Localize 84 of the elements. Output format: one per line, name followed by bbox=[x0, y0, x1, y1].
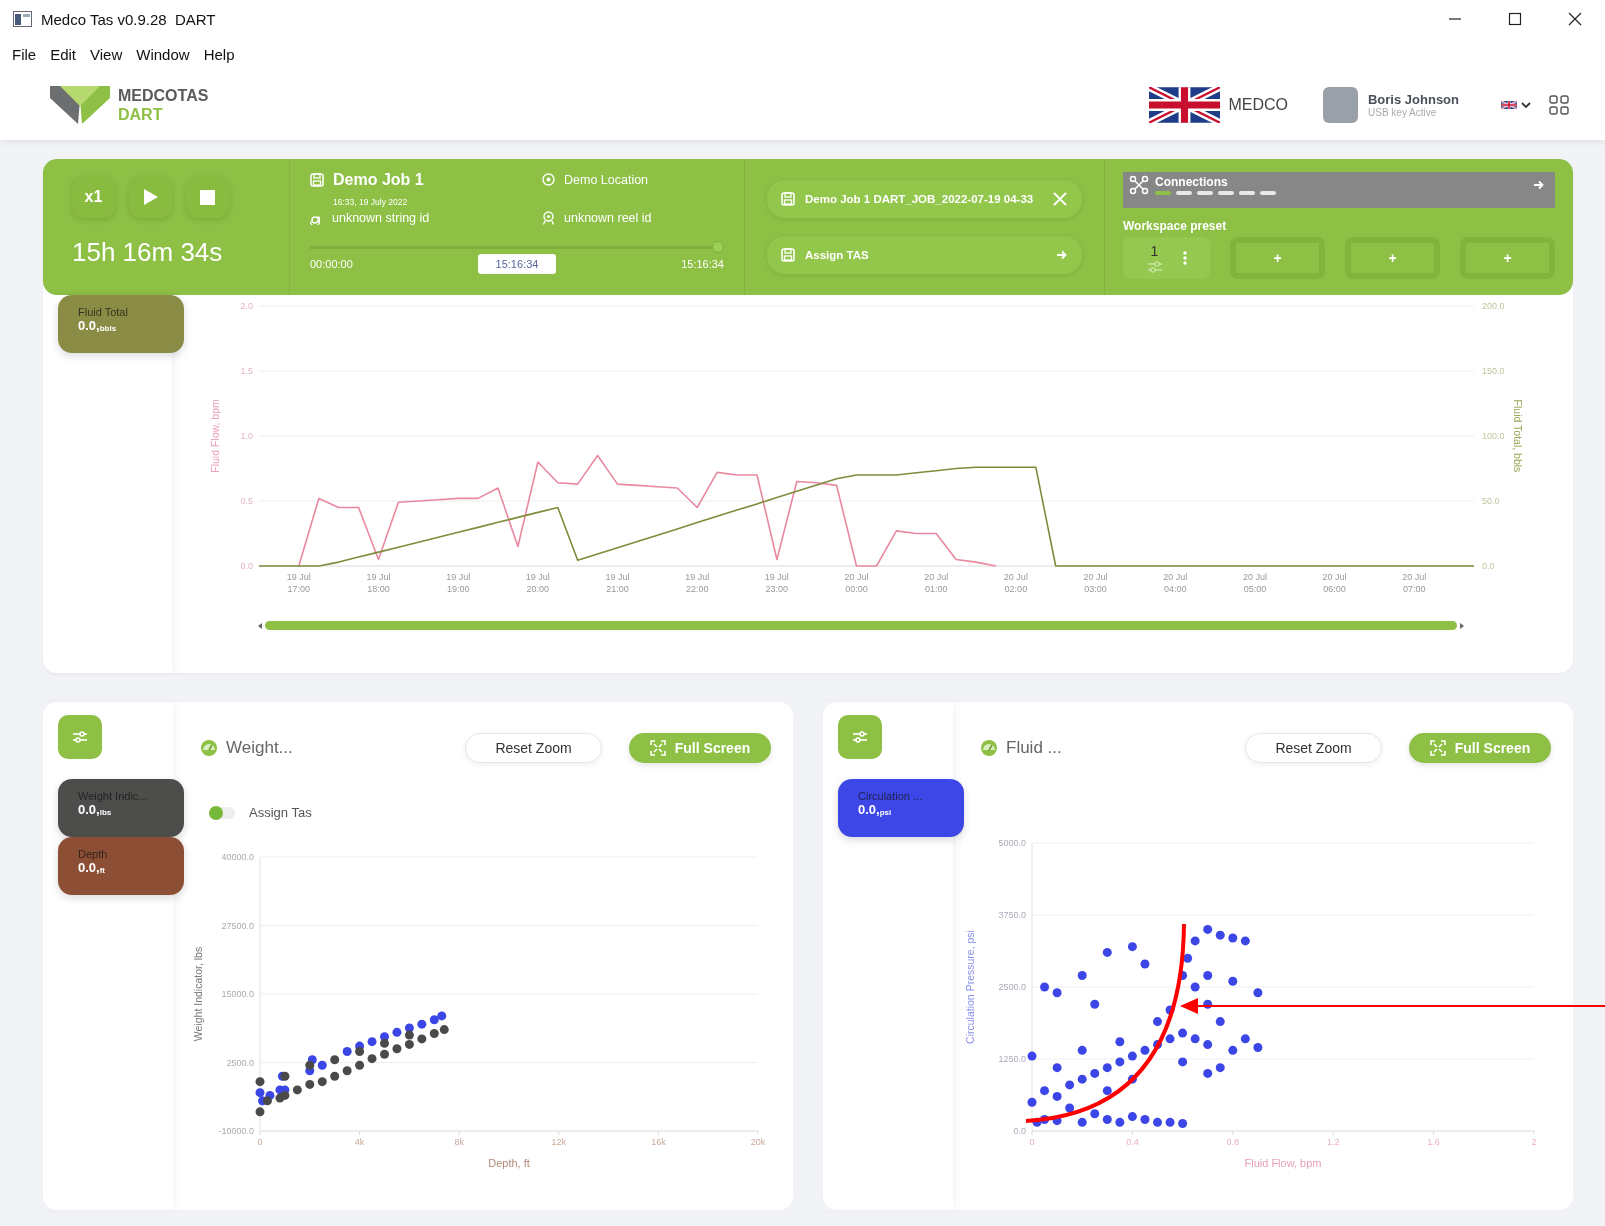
axis-tick-label: 0.5 bbox=[240, 496, 253, 506]
window-title: Medco Tas v0.9.28 DART bbox=[41, 10, 216, 28]
axis-tick-label: 2 bbox=[1531, 1137, 1537, 1147]
axis-tick-label: 19 Jul 20:00 bbox=[525, 572, 550, 594]
logo-text: MEDCOTAS bbox=[118, 86, 209, 105]
chart-title: Weight... bbox=[226, 738, 293, 758]
workspace-label: Workspace preset bbox=[1123, 219, 1227, 233]
axis-tick-label: 50.0 bbox=[1482, 496, 1500, 506]
string-id: unknown string id bbox=[332, 211, 430, 225]
axis-tick-label: 20 Jul 04:00 bbox=[1163, 572, 1188, 594]
axis-tick-label: 4k bbox=[354, 1137, 365, 1147]
end-time: 15:16:34 bbox=[681, 258, 724, 270]
axis-tick-label: 15000.0 bbox=[221, 989, 254, 999]
axis-tick-label: 3750.0 bbox=[998, 910, 1026, 920]
axis-title: Weight Indicator, lbs bbox=[192, 946, 204, 1042]
axis-title: Depth, ft bbox=[488, 1157, 530, 1169]
axis-tick-label: 0 bbox=[1029, 1137, 1035, 1147]
elapsed-time: 15h 16m 34s bbox=[72, 237, 223, 268]
axis-tick-label: 20k bbox=[750, 1137, 766, 1147]
axis-tick-label: 16k bbox=[651, 1137, 666, 1147]
company-name: MEDCO bbox=[1228, 96, 1288, 114]
axis-tick-label: 150.0 bbox=[1482, 366, 1505, 376]
axis-tick-label: 19 Jul 21:00 bbox=[605, 572, 630, 594]
menu-item[interactable]: File bbox=[5, 45, 44, 63]
reel-id: unknown reel id bbox=[564, 211, 652, 225]
axis-tick-label: 19 Jul 23:00 bbox=[764, 572, 789, 594]
axis-tick-label: 0.8 bbox=[1226, 1137, 1240, 1147]
chart-title: Fluid ... bbox=[1006, 738, 1062, 758]
menu-item[interactable]: Edit bbox=[43, 45, 84, 63]
axis-tick-label: 200.0 bbox=[1482, 301, 1505, 311]
axis-tick-label: 2500.0 bbox=[998, 982, 1026, 992]
sensor-badge[interactable]: Fluid Total 0.0,$_{bbls}$ bbox=[58, 295, 184, 353]
job-title: Demo Job 1 bbox=[333, 171, 424, 189]
axis-tick-label: 1250.0 bbox=[998, 1054, 1026, 1064]
legend-label: Assign Tas bbox=[249, 805, 312, 820]
axis-tick-label: 27500.0 bbox=[221, 920, 254, 931]
axis-tick-label: 1.6 bbox=[1427, 1137, 1440, 1147]
connections-bar[interactable]: Connections bbox=[1123, 172, 1555, 208]
axis-tick-label: 20 Jul 07:00 bbox=[1402, 572, 1427, 594]
axis-tick-label: 0.4 bbox=[1126, 1137, 1139, 1147]
axis-tick-label: 1.5 bbox=[240, 366, 253, 376]
axis-title: Fluid Flow, bpm bbox=[209, 399, 221, 473]
current-time: 15:16:34 bbox=[477, 254, 557, 274]
axis-tick-label: 1.0 bbox=[240, 431, 253, 441]
reset-zoom-button[interactable]: Reset Zoom bbox=[1245, 733, 1382, 763]
axis-tick-label: 20 Jul 06:00 bbox=[1322, 572, 1347, 594]
axis-tick-label: 0.0 bbox=[1013, 1126, 1026, 1136]
user-status: USB key Active bbox=[1368, 107, 1438, 118]
axis-tick-label: 20 Jul 03:00 bbox=[1083, 572, 1108, 594]
axis-tick-label: 2500.0 bbox=[226, 1057, 254, 1068]
axis-tick-label: 19 Jul 19:00 bbox=[446, 572, 471, 594]
job-date: 16:33, 19 July 2022 bbox=[333, 197, 408, 207]
axis-tick-label: 2.0 bbox=[240, 301, 253, 311]
axis-tick-label: 40000.0 bbox=[221, 852, 254, 862]
axis-tick-label: 20 Jul 02:00 bbox=[1003, 572, 1028, 594]
axis-tick-label: 19 Jul 17:00 bbox=[286, 572, 311, 594]
axis-tick-label: 0.0 bbox=[1482, 561, 1495, 571]
axis-tick-label: 1.2 bbox=[1326, 1137, 1340, 1147]
axis-tick-label: 12k bbox=[551, 1137, 567, 1147]
sensor-badge[interactable]: Circulation ... 0.0,$_{psi}$ bbox=[838, 779, 964, 837]
job-location: Demo Location bbox=[564, 173, 649, 187]
sensor-badge[interactable]: Depth 0.0,$_{ft}$ bbox=[58, 837, 184, 895]
axis-tick-label: 20 Jul 00:00 bbox=[844, 572, 869, 594]
axis-tick-label: 19 Jul 18:00 bbox=[366, 572, 391, 594]
logo-subtitle: DART bbox=[118, 105, 164, 124]
axis-title: Fluid Flow, bpm bbox=[1244, 1157, 1322, 1169]
menu-item[interactable]: Window bbox=[129, 45, 197, 63]
axis-tick-label: -10000.0 bbox=[218, 1126, 254, 1136]
axis-tick-label: 0.0 bbox=[240, 561, 253, 571]
axis-tick-label: 20 Jul 01:00 bbox=[924, 572, 949, 594]
start-time: 00:00:00 bbox=[310, 258, 353, 270]
menu-item[interactable]: View bbox=[83, 45, 130, 63]
axis-tick-label: 100.0 bbox=[1482, 431, 1505, 441]
axis-tick-label: 5000.0 bbox=[998, 838, 1026, 848]
axis-tick-label: 19 Jul 22:00 bbox=[685, 572, 710, 594]
reset-zoom-button[interactable]: Reset Zoom bbox=[465, 733, 602, 763]
preset-button[interactable]: 1 bbox=[1123, 237, 1210, 279]
axis-tick-label: 0 bbox=[257, 1137, 263, 1147]
axis-title: Circulation Pressure, psi bbox=[964, 930, 976, 1044]
user-name: Boris Johnson bbox=[1368, 92, 1459, 107]
menu-item[interactable]: Help bbox=[196, 45, 242, 63]
axis-title: Fluid Total, bbls bbox=[1512, 399, 1524, 473]
axis-tick-label: 8k bbox=[454, 1137, 464, 1147]
axis-tick-label: 20 Jul 05:00 bbox=[1242, 572, 1267, 594]
